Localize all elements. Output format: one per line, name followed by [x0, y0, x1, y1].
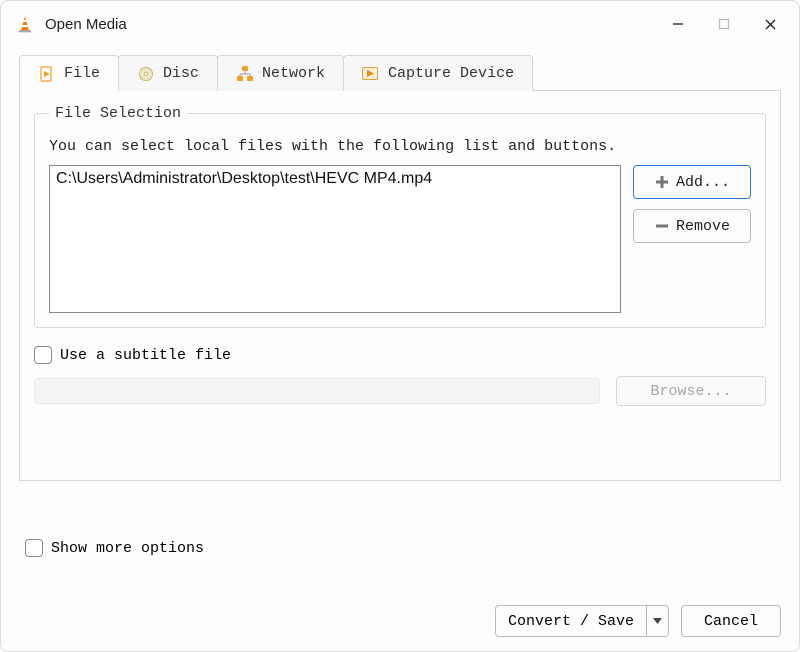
chevron-down-icon: [653, 613, 662, 629]
subtitle-input-row: Browse...: [34, 376, 766, 406]
file-selection-description: You can select local files with the foll…: [49, 138, 751, 155]
subtitle-checkbox[interactable]: [34, 346, 52, 364]
file-icon: [38, 65, 56, 83]
file-selection-group: File Selection You can select local file…: [34, 105, 766, 328]
titlebar: Open Media: [1, 1, 799, 47]
remove-button[interactable]: Remove: [633, 209, 751, 243]
cancel-button-label: Cancel: [704, 613, 758, 630]
convert-save-label[interactable]: Convert / Save: [496, 606, 646, 636]
tab-capture-label: Capture Device: [388, 65, 514, 82]
content-area: File Disc Network Capture Device File Se…: [1, 47, 799, 557]
close-button[interactable]: [747, 5, 793, 43]
plus-icon: [654, 174, 670, 190]
tab-disc[interactable]: Disc: [118, 55, 218, 91]
remove-button-label: Remove: [676, 218, 730, 235]
cancel-button[interactable]: Cancel: [681, 605, 781, 637]
tab-panel-file: File Selection You can select local file…: [19, 91, 781, 481]
disc-icon: [137, 65, 155, 83]
subtitle-checkbox-row: Use a subtitle file: [34, 346, 766, 364]
tab-network[interactable]: Network: [217, 55, 344, 91]
file-list[interactable]: C:\Users\Administrator\Desktop\test\HEVC…: [49, 165, 621, 313]
add-button-label: Add...: [676, 174, 730, 191]
tab-file-label: File: [64, 65, 100, 82]
file-selection-legend: File Selection: [49, 105, 187, 122]
minimize-button[interactable]: [655, 5, 701, 43]
browse-button-label: Browse...: [650, 383, 731, 400]
tab-capture[interactable]: Capture Device: [343, 55, 533, 91]
network-icon: [236, 65, 254, 83]
convert-save-dropdown[interactable]: [646, 606, 668, 636]
add-button[interactable]: Add...: [633, 165, 751, 199]
minus-icon: [654, 218, 670, 234]
show-more-options-checkbox[interactable]: [25, 539, 43, 557]
show-more-options-row: Show more options: [25, 539, 781, 557]
tab-file[interactable]: File: [19, 55, 119, 91]
file-buttons-column: Add... Remove: [633, 165, 751, 313]
convert-save-button[interactable]: Convert / Save: [495, 605, 669, 637]
browse-button: Browse...: [616, 376, 766, 406]
maximize-button[interactable]: [701, 5, 747, 43]
file-list-item[interactable]: C:\Users\Administrator\Desktop\test\HEVC…: [56, 170, 614, 188]
subtitle-path-input: [34, 378, 600, 404]
vlc-cone-icon: [15, 14, 35, 34]
dialog-footer: Convert / Save Cancel: [495, 605, 781, 637]
capture-icon: [362, 65, 380, 83]
show-more-options-label: Show more options: [51, 540, 204, 557]
window-controls: [655, 5, 793, 43]
subtitle-checkbox-label: Use a subtitle file: [60, 347, 231, 364]
window-title: Open Media: [45, 16, 655, 33]
tab-disc-label: Disc: [163, 65, 199, 82]
tab-network-label: Network: [262, 65, 325, 82]
tab-bar: File Disc Network Capture Device: [19, 55, 781, 91]
